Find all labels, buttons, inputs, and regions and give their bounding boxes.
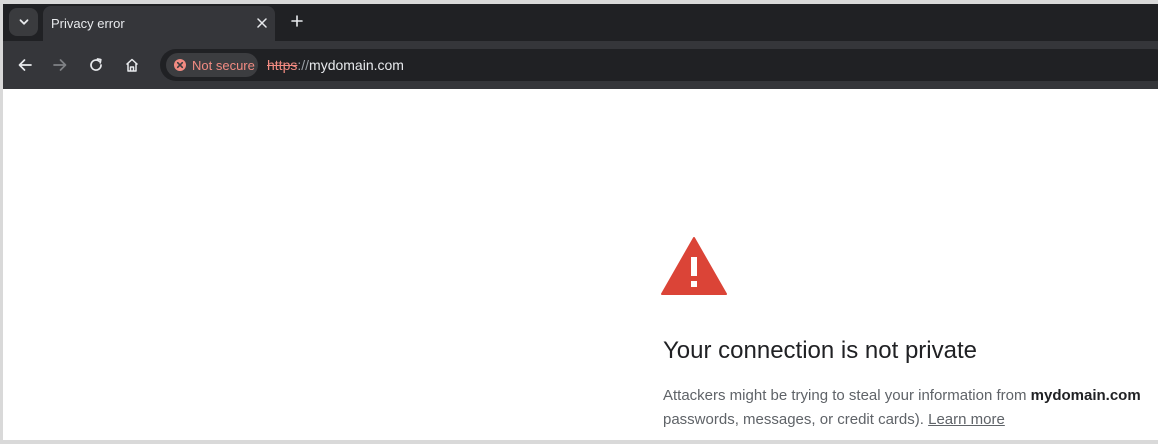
learn-more-link[interactable]: Learn more	[928, 411, 1005, 428]
home-button[interactable]	[120, 53, 144, 77]
description-text: Attackers might be trying to steal your …	[663, 387, 1031, 404]
toolbar: Not secure https://mydomain.com	[3, 41, 1158, 89]
security-chip[interactable]: Not secure	[166, 53, 258, 77]
tab-search-button[interactable]	[9, 8, 38, 36]
back-button[interactable]	[13, 53, 37, 77]
description-continued: passwords, messages, or credit cards).	[663, 411, 924, 428]
tab-strip: Privacy error	[3, 4, 1158, 41]
home-icon	[125, 58, 139, 72]
new-tab-button[interactable]	[286, 10, 308, 32]
forward-button[interactable]	[48, 53, 72, 77]
chevron-down-icon	[19, 19, 28, 25]
address-bar[interactable]: Not secure https://mydomain.com	[160, 49, 1158, 81]
browser-window: Privacy error Not secure https://mydomai…	[3, 4, 1158, 440]
url-separator: ://	[297, 57, 310, 73]
tab-title: Privacy error	[51, 16, 125, 31]
tab-privacy-error[interactable]: Privacy error	[43, 6, 275, 41]
page-title: Your connection is not private	[663, 337, 977, 364]
reload-button[interactable]	[84, 53, 108, 77]
arrow-right-icon	[53, 59, 67, 71]
arrow-left-icon	[18, 59, 32, 71]
tab-close-button[interactable]	[253, 14, 271, 32]
url-scheme: https	[267, 57, 298, 73]
warning-triangle-icon	[661, 237, 727, 295]
error-circle-icon	[173, 58, 187, 72]
page-content: Your connection is not private Attackers…	[3, 89, 1158, 440]
close-icon	[257, 18, 267, 28]
error-description: Attackers might be trying to steal your …	[663, 384, 1158, 432]
plus-icon	[291, 15, 303, 27]
domain-name: mydomain.com	[1030, 387, 1141, 404]
security-label: Not secure	[192, 57, 255, 73]
reload-icon	[90, 58, 102, 71]
url-host: mydomain.com	[309, 57, 404, 73]
url-text[interactable]: https://mydomain.com	[267, 57, 404, 73]
